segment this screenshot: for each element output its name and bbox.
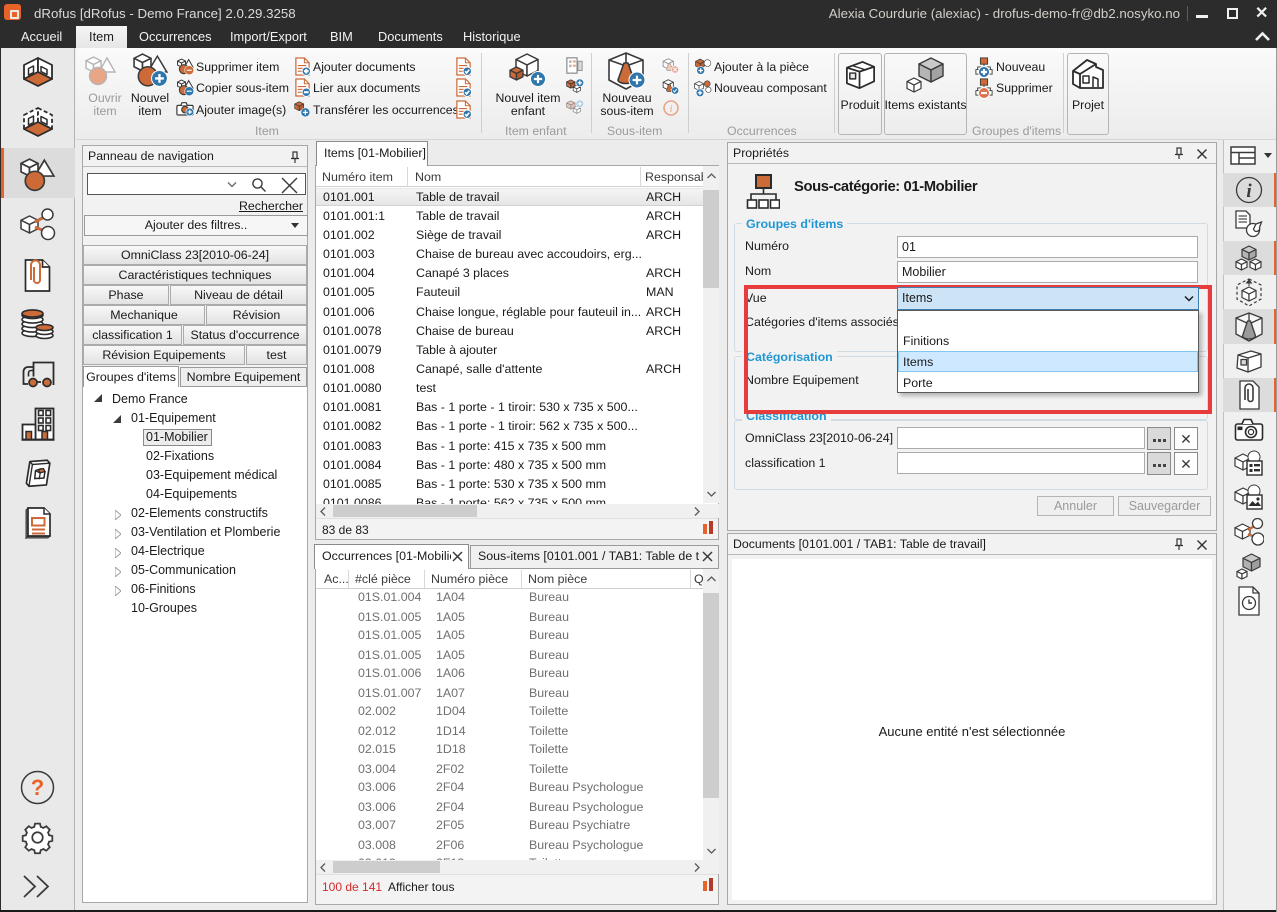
svg-text:i: i [669,103,672,115]
svg-text:?: ? [31,775,44,800]
svg-text:i: i [1246,181,1252,202]
